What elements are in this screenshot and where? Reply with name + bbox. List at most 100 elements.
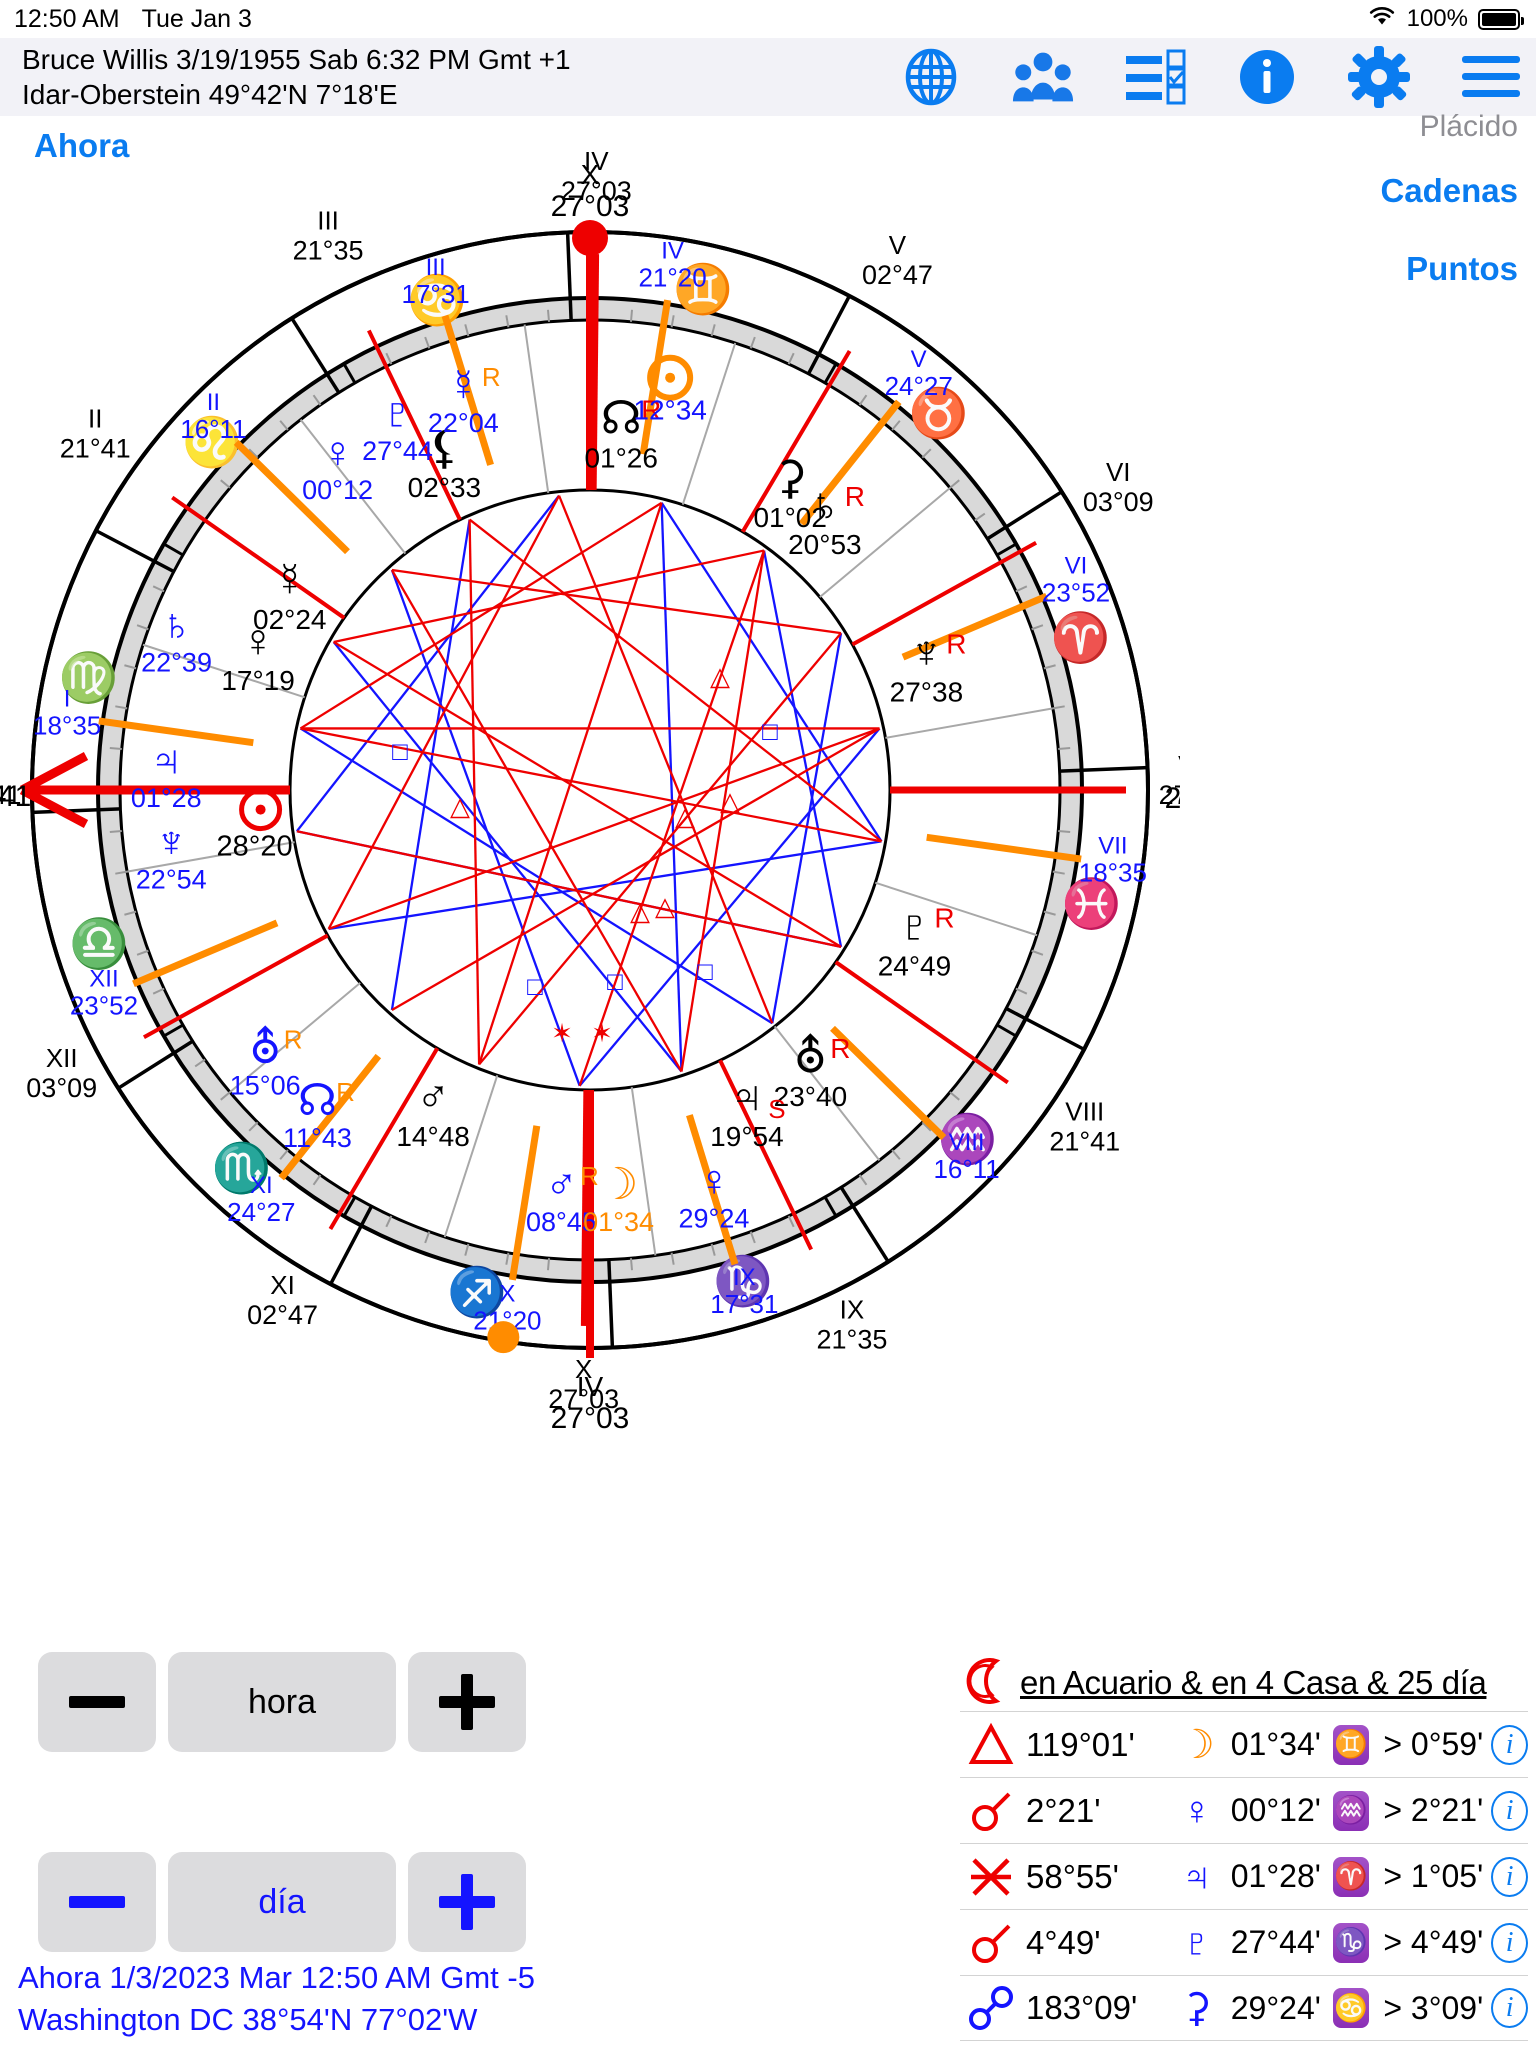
hamburger-icon[interactable] [1460,46,1522,108]
aspect-symbol: □ [697,956,713,986]
hour-stepper: hora [38,1652,526,1752]
transit-jupiter-glyph: ♃ [150,736,183,785]
aspect-panel: en Acuario & en 4 Casa & 25 día 119°01' ☽… [960,1655,1528,2041]
natal-mars-degree: 14°48 [396,1121,470,1152]
angle-label-mc: X [581,159,600,190]
day-minus-button[interactable] [38,1852,156,1952]
transit-cusp-label-XII: XII [89,965,118,992]
degree-tick [1058,746,1071,751]
aspect-exact-offset: > 2°21' [1383,1792,1484,1828]
info-icon[interactable]: i [1491,1988,1528,2028]
aspect-row[interactable]: 119°01' ☽ 01°34' ♊ > 0°59' i [960,1711,1528,1777]
transit-venus-outer-degree: 29°24 [679,1203,750,1233]
pluto-icon: ♇ [1181,1920,1212,1965]
transit-mercury-glyph: ☿ [447,361,480,410]
aspect-exact-offset: > 4°49' [1383,1924,1484,1960]
aspect-symbol: △ [710,661,730,691]
degree-tick [546,1258,551,1271]
aspect-row[interactable]: 58°55' ♃ 01°28' ♈ > 1°05' i [960,1843,1528,1909]
degree-tick [546,309,551,322]
transit-mc-marker [487,1321,520,1354]
transit-moon-degree: 01°34 [583,1207,654,1237]
degree-tick [109,829,122,834]
aquarius-sign-chip: ♒ [1332,1790,1370,1831]
planet-degree: 29°24' [1230,1989,1321,2026]
natal-cusp-degree-VIII: 21°41 [1049,1126,1120,1156]
aspect-rows: 119°01' ☽ 01°34' ♊ > 0°59' i 2°21' ♀ 00°12' ♒ > 2°… [960,1711,1528,2041]
chart-subject-line1: Bruce Willis 3/19/1955 Sab 6:32 PM Gmt +… [22,44,571,75]
aspect-row[interactable]: 2°21' ♀ 00°12' ♒ > 2°21' i [960,1777,1528,1843]
transit-neptune-degree: 22°54 [136,864,207,894]
natal-mercury-glyph: ☿ [273,553,308,605]
aspect-symbol: △ [630,896,650,926]
hour-minus-button[interactable] [38,1652,156,1752]
natal-node-degree: 01°26 [584,442,658,473]
natal-sun-degree: 28°20 [217,831,293,863]
aspect-row[interactable]: 4°49' ♇ 27°44' ♑ > 4°49' i [960,1909,1528,1975]
hour-plus-button[interactable] [408,1652,526,1752]
aspect-symbol: □ [392,736,408,766]
list-checkbox-icon[interactable] [1124,46,1186,108]
transit-cusp-label-VI: VI [1065,553,1088,580]
natal-cusp-label-IX: IX [840,1294,865,1324]
natal-pluto-degree: 24°49 [878,950,952,981]
libra-sign-glyph: ♎ [69,916,129,971]
transit-mars-glyph: ♂ [545,1160,578,1209]
transit-node-glyph: ☊ [298,1076,337,1125]
natal-cusp-degree-IX: 21°35 [816,1324,887,1354]
moon-summary-row[interactable]: en Acuario & en 4 Casa & 25 día [960,1655,1528,1711]
transit-cusp-label-II: II [207,389,220,416]
aspect-orb: 119°01' [1026,1725,1135,1763]
natal-neptune-retrograde: R [946,629,966,660]
transit-cusp-degree-V: 24°27 [885,371,953,401]
aspect-row[interactable]: 183°09' ⚳ 29°24' ♋ > 3°09' i [960,1975,1528,2041]
natal-cusp-label-V: V [889,230,907,260]
header-bar: Bruce Willis 3/19/1955 Sab 6:32 PM Gmt +… [0,38,1536,116]
jupiter-icon: ♃ [1181,1854,1212,1899]
info-icon[interactable]: i [1491,1922,1528,1963]
natal-cusp-label-XII: XII [46,1043,78,1073]
aspect-orb: 2°21' [1026,1791,1101,1829]
natal-cusp-degree-VI: 03°09 [1083,487,1154,517]
natal-cusp-degree-XII: 03°09 [26,1073,97,1103]
transit-venus-glyph: ♀ [321,428,354,477]
minus-icon [69,1696,125,1708]
info-icon[interactable]: i [1491,1856,1528,1897]
transit-cusp-degree-I: 18°35 [33,711,101,741]
chart-subject-line2: Idar-Oberstein 49°42'N 7°18'E [22,79,398,110]
people-icon[interactable] [1012,46,1074,108]
transit-pluto-degree: 27°44 [362,436,433,466]
astrology-chart-wheel[interactable]: ♍♌♋♊♉♈♓♒♑♐♏♎I27°41II21°41III21°35IV27°03… [0,110,1180,1670]
hour-label-button[interactable]: hora [168,1652,396,1752]
transit-datetime-info[interactable]: Ahora 1/3/2023 Mar 12:50 AM Gmt -5 Washi… [18,1957,535,2041]
globe-icon[interactable] [900,46,962,108]
day-stepper: día [38,1852,526,1952]
aspect-symbol: □ [607,966,623,996]
day-label-button[interactable]: día [168,1852,396,1952]
aspect-symbol: □ [762,716,778,746]
info-icon[interactable]: i [1491,1790,1528,1831]
natal-cusp-degree-II: 21°41 [60,434,131,464]
natal-jupiter-stationary: S [768,1094,785,1124]
gear-icon[interactable] [1348,46,1410,108]
natal-uranus-glyph: ⛢ [794,1030,828,1082]
natal-jupiter-glyph: ♃ [730,1070,765,1122]
degree-tick [1058,829,1071,834]
transit-node-degree: 11°43 [283,1123,352,1153]
puntos-button[interactable]: Puntos [1406,250,1518,288]
info-icon[interactable] [1236,46,1298,108]
house-system-label[interactable]: Plácido [1420,110,1518,144]
transit-pluto-glyph: ♇ [381,389,414,438]
transit-mars-retrograde: R [580,1161,599,1191]
info-icon[interactable]: i [1491,1724,1528,1765]
battery-percent: 100% [1406,5,1468,32]
minus-icon [69,1896,125,1908]
status-bar: 12:50 AM Tue Jan 3 100% [0,0,1536,38]
natal-cusp-label-VII: VII [1178,750,1180,780]
aspect-inner-circle [288,488,892,1092]
cadenas-button[interactable]: Cadenas [1380,172,1518,210]
day-plus-button[interactable] [408,1852,526,1952]
conjunction-aspect-icon [964,1788,1018,1834]
chart-subject-info[interactable]: Bruce Willis 3/19/1955 Sab 6:32 PM Gmt +… [22,42,571,112]
natal-cusp-label-VI: VI [1106,457,1131,487]
